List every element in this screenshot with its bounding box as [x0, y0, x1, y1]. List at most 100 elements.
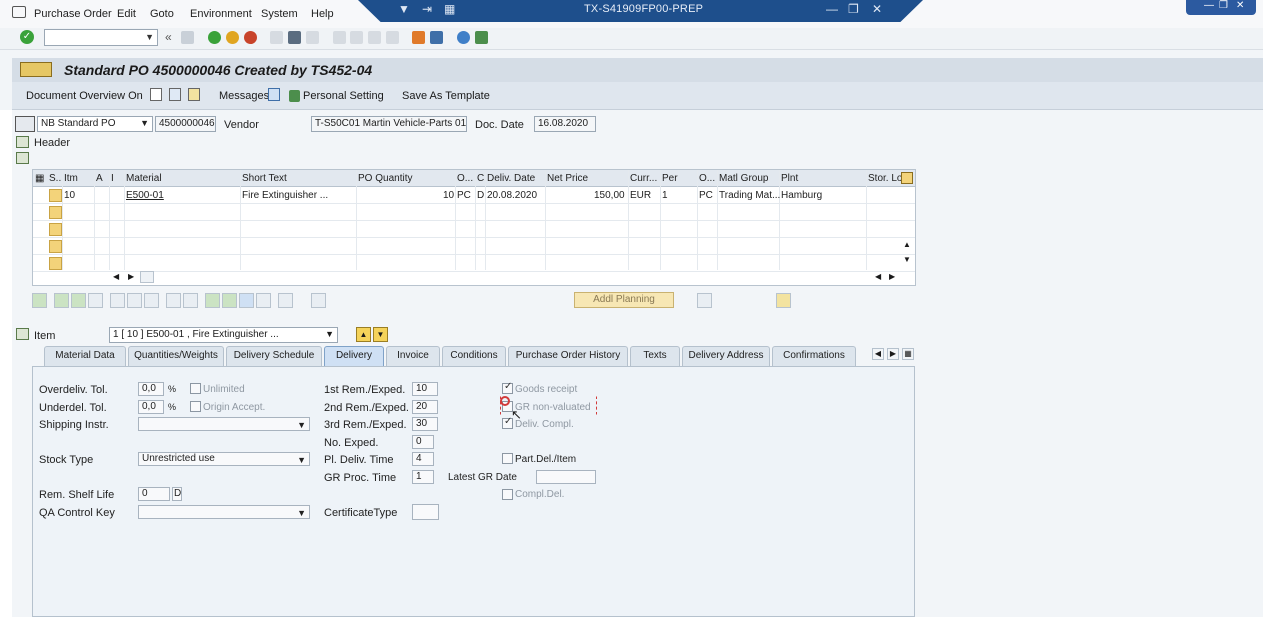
previous-page-icon[interactable] [350, 31, 363, 44]
overdeliv-field[interactable]: 0,0 [138, 382, 164, 396]
col-c[interactable]: C [477, 173, 484, 184]
document-icon[interactable] [776, 293, 791, 308]
tab-scroll-left-icon[interactable]: ◀ [872, 348, 884, 360]
addl-planning-button[interactable]: Addl Planning [574, 292, 674, 308]
cell-plant[interactable]: Hamburg [781, 190, 822, 201]
row-selector[interactable] [49, 189, 62, 202]
header-section-label[interactable]: Header [34, 137, 70, 149]
previous-item-button[interactable]: ▲ [356, 327, 371, 342]
col-short-text[interactable]: Short Text [242, 173, 287, 184]
col-po-quantity[interactable]: PO Quantity [358, 173, 412, 184]
chevron-down-icon[interactable]: ▼ [297, 507, 306, 519]
stock-type-select[interactable]: Unrestricted use ▼ [138, 452, 310, 466]
row-selector[interactable] [49, 240, 62, 253]
delete-icon[interactable] [110, 293, 125, 308]
cell-deliv-date[interactable]: 20.08.2020 [487, 190, 537, 201]
unlimited-checkbox[interactable] [190, 383, 201, 394]
col-deliv-date[interactable]: Deliv. Date [487, 173, 535, 184]
horizontal-scrollbar[interactable] [140, 271, 154, 283]
scroll-right-icon[interactable]: ▶ [889, 272, 895, 281]
minimize-icon[interactable]: — [1204, 0, 1214, 11]
pin-icon[interactable]: ⇥ [422, 2, 432, 16]
col-storage-location[interactable]: Stor. Lo [868, 173, 902, 184]
cell-currency[interactable]: EUR [630, 190, 651, 201]
col-status[interactable]: S.. [49, 173, 61, 184]
sum-icon[interactable] [256, 293, 271, 308]
details-icon[interactable] [32, 293, 47, 308]
enter-check-icon[interactable]: ✓ [20, 30, 34, 44]
cell-item[interactable]: 10 [64, 190, 75, 201]
new-session-icon[interactable] [412, 31, 425, 44]
tab-texts[interactable]: Texts [630, 346, 680, 366]
cell-order-price-unit[interactable]: PC [699, 190, 713, 201]
col-a[interactable]: A [96, 173, 103, 184]
change-icon[interactable] [169, 88, 181, 101]
menu-help[interactable]: Help [311, 8, 334, 20]
planning-icon[interactable] [697, 293, 712, 308]
find-next-icon[interactable] [306, 31, 319, 44]
column-config-icon[interactable] [901, 172, 913, 184]
layout-menu-icon[interactable] [475, 31, 488, 44]
find-icon[interactable] [288, 31, 301, 44]
chevron-down-icon[interactable]: ▼ [297, 419, 306, 431]
table-row[interactable]: 10 E500-01 Fire Extinguisher ... 10 PC D… [33, 187, 915, 204]
layout-icon[interactable] [311, 293, 326, 308]
row-selector[interactable] [49, 223, 62, 236]
col-matl-group[interactable]: Matl Group [719, 173, 768, 184]
next-page-icon[interactable] [368, 31, 381, 44]
rem1-field[interactable]: 10 [412, 382, 438, 396]
table-row[interactable] [33, 221, 915, 238]
scroll-left-icon[interactable]: ◀ [875, 272, 881, 281]
gr-proc-time-field[interactable]: 1 [412, 470, 434, 484]
command-field[interactable]: ▼ [44, 29, 158, 46]
sort-ascending-icon[interactable] [205, 293, 220, 308]
folder-icon[interactable] [16, 328, 29, 340]
tab-quantities-weights[interactable]: Quantities/Weights [128, 346, 224, 366]
help-icon[interactable] [457, 31, 470, 44]
cart-icon[interactable] [15, 116, 35, 132]
scroll-up-icon[interactable]: ▲ [903, 240, 911, 249]
col-currency[interactable]: Curr... [630, 173, 657, 184]
last-page-icon[interactable] [386, 31, 399, 44]
paste-icon[interactable] [183, 293, 198, 308]
double-chevron-left-icon[interactable]: « [165, 30, 172, 44]
col-item[interactable]: Itm [64, 173, 78, 184]
part-del-item-checkbox[interactable] [502, 453, 513, 464]
table-row[interactable] [33, 238, 915, 255]
rem-shelf-life-field[interactable]: 0 [138, 487, 170, 501]
filter-icon[interactable] [239, 293, 254, 308]
close-icon[interactable]: ✕ [872, 2, 882, 16]
pl-deliv-time-field[interactable]: 4 [412, 452, 434, 466]
folder-icon[interactable] [16, 136, 29, 148]
row-selector[interactable] [49, 257, 62, 270]
back-icon[interactable] [208, 31, 221, 44]
table-row[interactable] [33, 204, 915, 221]
menu-system[interactable]: System [261, 8, 298, 20]
close-icon[interactable]: ✕ [1236, 0, 1244, 11]
save-as-template-button[interactable]: Save As Template [402, 90, 490, 102]
exit-icon[interactable] [226, 31, 239, 44]
folder-icon[interactable] [16, 152, 29, 164]
menu-purchase-order[interactable]: Purchase Order [34, 8, 112, 20]
scroll-down-icon[interactable]: ▼ [903, 255, 911, 264]
menu-environment[interactable]: Environment [190, 8, 252, 20]
po-type-select[interactable]: NB Standard PO ▼ [37, 116, 153, 132]
menu-edit[interactable]: Edit [117, 8, 136, 20]
create-icon[interactable] [150, 88, 162, 101]
restore-icon[interactable]: ❐ [848, 2, 859, 16]
cell-per[interactable]: 1 [662, 190, 668, 201]
po-number-field[interactable]: 4500000046 [155, 116, 216, 132]
copy-line-icon[interactable] [88, 293, 103, 308]
col-i[interactable]: I [111, 173, 114, 184]
tab-material-data[interactable]: Material Data [44, 346, 126, 366]
item-select[interactable]: 1 [ 10 ] E500-01 , Fire Extinguisher ...… [109, 327, 338, 343]
scroll-left-icon[interactable]: ◀ [113, 272, 119, 281]
shipping-instr-select[interactable]: ▼ [138, 417, 310, 431]
row-selector[interactable] [49, 206, 62, 219]
col-material[interactable]: Material [126, 173, 162, 184]
menu-goto[interactable]: Goto [150, 8, 174, 20]
chevron-down-icon[interactable]: ▼ [140, 118, 149, 128]
underdel-field[interactable]: 0,0 [138, 400, 164, 414]
chevron-down-icon[interactable]: ▼ [325, 329, 334, 339]
latest-gr-date-field[interactable] [536, 470, 596, 484]
